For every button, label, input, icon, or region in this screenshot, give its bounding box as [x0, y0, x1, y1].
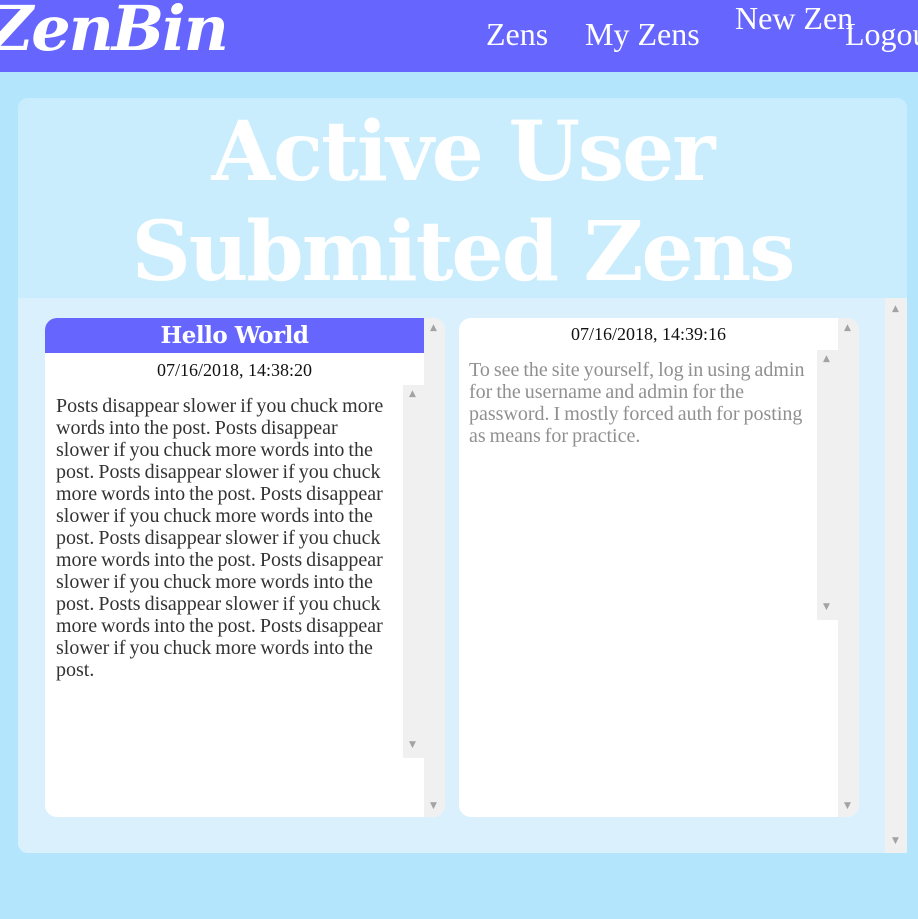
scroll-down-arrow-icon[interactable]: ▼ — [892, 836, 899, 846]
scroll-up-arrow-icon[interactable]: ▲ — [892, 304, 899, 314]
zen-body-text: To see the site yourself, log in using a… — [469, 359, 805, 447]
nav-link-new-zen[interactable]: New Zen — [735, 2, 853, 34]
zens-container-scrollbar[interactable]: ▲ ▼ — [885, 298, 907, 853]
scroll-up-arrow-icon[interactable]: ▲ — [844, 323, 851, 333]
top-navbar: ZenBin Zens My Zens New Zen Logout — [0, 0, 918, 72]
zen-card: Hello World 07/16/2018, 14:38:20 Posts d… — [45, 318, 445, 817]
zen-card-scrollbar[interactable]: ▲ ▼ — [424, 318, 445, 817]
scroll-up-arrow-icon[interactable]: ▲ — [823, 354, 830, 364]
zen-title: Hello World — [45, 318, 424, 353]
scroll-up-arrow-icon[interactable]: ▲ — [430, 323, 437, 333]
scroll-down-arrow-icon[interactable]: ▼ — [844, 801, 851, 811]
zen-body-scrollbar[interactable]: ▲ ▼ — [817, 350, 838, 620]
scroll-up-arrow-icon[interactable]: ▲ — [409, 389, 416, 399]
scroll-down-arrow-icon[interactable]: ▼ — [409, 740, 416, 750]
nav-link-my-zens[interactable]: My Zens — [585, 16, 700, 53]
zenbin-logo[interactable]: ZenBin — [0, 0, 229, 65]
zen-body-scrollbar[interactable]: ▲ ▼ — [403, 385, 424, 758]
zen-timestamp: 07/16/2018, 14:38:20 — [156, 360, 312, 380]
page-title: Active User Submited Zens — [131, 104, 796, 300]
zen-timestamp: 07/16/2018, 14:39:16 — [570, 324, 726, 344]
zen-card-scrollbar[interactable]: ▲ ▼ — [838, 318, 859, 817]
zen-body-container: Posts disappear slower if you chuck more… — [45, 385, 424, 758]
zen-card: 07/16/2018, 14:39:16 To see the site you… — [459, 318, 859, 817]
scroll-down-arrow-icon[interactable]: ▼ — [430, 801, 437, 811]
nav-link-zens[interactable]: Zens — [486, 16, 548, 53]
zen-body-text: Posts disappear slower if you chuck more… — [56, 395, 384, 681]
nav-link-logout[interactable]: Logout — [845, 16, 918, 53]
zen-body-container: To see the site yourself, log in using a… — [459, 350, 838, 620]
scroll-down-arrow-icon[interactable]: ▼ — [823, 602, 830, 612]
